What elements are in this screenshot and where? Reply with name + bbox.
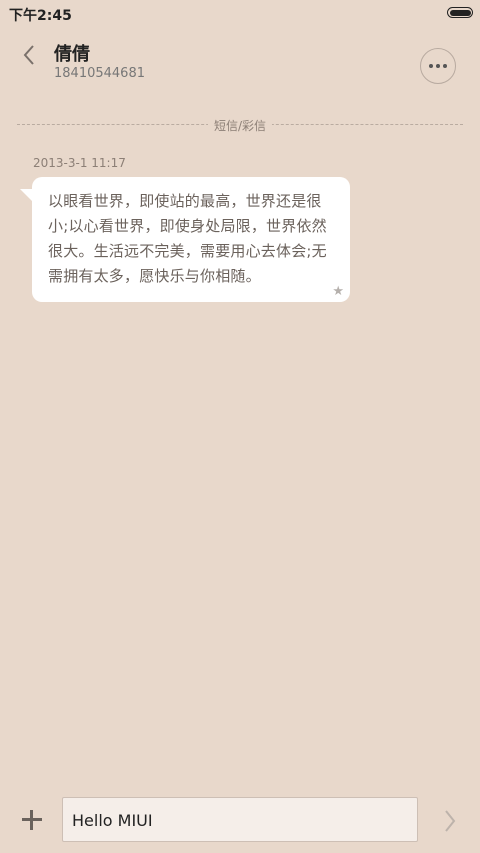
plus-icon bbox=[30, 810, 33, 830]
bubble-tail bbox=[20, 189, 34, 203]
back-button[interactable] bbox=[14, 40, 44, 70]
battery-level bbox=[449, 9, 471, 16]
more-button[interactable] bbox=[420, 48, 456, 84]
conversation-header: 倩倩 18410544681 bbox=[0, 26, 480, 106]
status-time: 下午2:45 bbox=[9, 8, 72, 24]
add-attachment-button[interactable] bbox=[18, 806, 46, 834]
chevron-right-icon bbox=[445, 810, 456, 832]
contact-number: 18410544681 bbox=[54, 66, 145, 81]
message-input[interactable]: Hello MIUI bbox=[62, 797, 418, 842]
composer-bar: Hello MIUI bbox=[0, 790, 480, 853]
message-text: 以眼看世界，即使站的最高，世界还是很小;以心看世界，即使身处局限，世界依然很大。… bbox=[48, 192, 327, 285]
status-bar: 下午2:45 bbox=[0, 0, 480, 26]
contact-name: 倩倩 bbox=[54, 44, 90, 65]
chevron-left-icon bbox=[23, 45, 34, 65]
star-icon: ★ bbox=[332, 284, 344, 299]
message-timestamp: 2013-3-1 11:17 bbox=[33, 156, 126, 170]
more-horizontal-icon bbox=[436, 64, 440, 68]
message-bubble[interactable]: 以眼看世界，即使站的最高，世界还是很小;以心看世界，即使身处局限，世界依然很大。… bbox=[20, 177, 350, 302]
send-button[interactable] bbox=[438, 807, 462, 835]
more-horizontal-icon bbox=[443, 64, 447, 68]
more-horizontal-icon bbox=[429, 64, 433, 68]
divider-label: 短信/彩信 bbox=[207, 117, 273, 134]
message-type-divider: 短信/彩信 bbox=[17, 116, 463, 134]
battery-icon bbox=[447, 7, 473, 18]
